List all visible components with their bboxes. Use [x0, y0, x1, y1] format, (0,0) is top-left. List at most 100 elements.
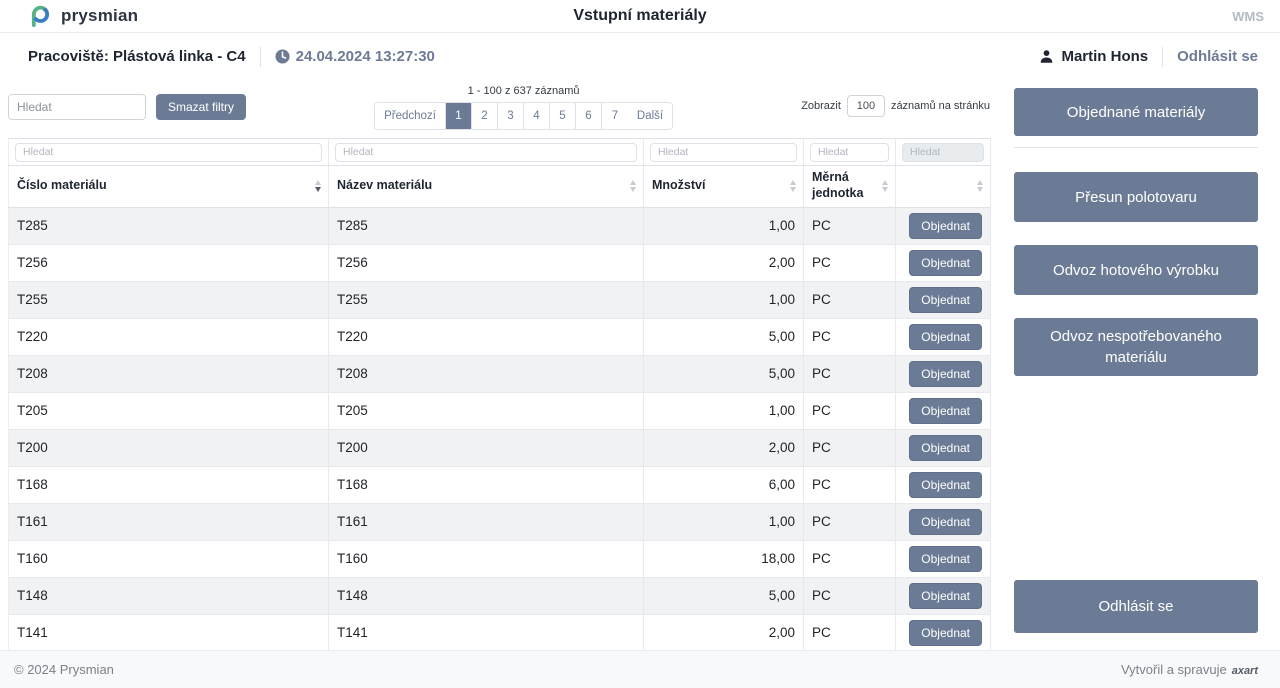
cell-merna-jednotka: PC — [804, 577, 896, 614]
sort-icon — [882, 180, 888, 192]
cell-merna-jednotka: PC — [804, 207, 896, 244]
objednat-button[interactable]: Objednat — [909, 620, 982, 646]
cell-nazev-materialu: T205 — [329, 392, 644, 429]
pagination-page-2[interactable]: 2 — [472, 103, 498, 129]
objednat-button[interactable]: Objednat — [909, 583, 982, 609]
table-body: T285 T285 1,00 PC Objednat T256 T256 2,0… — [9, 207, 991, 650]
cell-cislo-materialu: T255 — [9, 281, 329, 318]
objednat-button[interactable]: Objednat — [909, 361, 982, 387]
clear-filters-button[interactable]: Smazat filtry — [156, 94, 246, 120]
pagination: Předchozí 1234567 Další — [374, 102, 673, 130]
objednat-button[interactable]: Objednat — [909, 250, 982, 276]
cell-merna-jednotka: PC — [804, 429, 896, 466]
sidebar-actions: Objednané materiály Přesun polotovaru Odvo… — [1014, 88, 1258, 399]
sidebar-button-1[interactable]: Objednané materiály — [1014, 88, 1258, 136]
cell-action: Objednat — [896, 503, 991, 540]
sub-bar: Pracoviště: Plástová linka - C4 24.04.20… — [0, 33, 1280, 80]
content: Smazat filtry 1 - 100 z 637 záznamů Před… — [0, 80, 1280, 650]
workplace-label: Pracoviště: Plástová linka - C4 — [28, 48, 246, 65]
sidebar-button-3[interactable]: Odvoz hotového výrobku — [1014, 245, 1258, 295]
table-row: T200 T200 2,00 PC Objednat — [9, 429, 991, 466]
objednat-button[interactable]: Objednat — [909, 435, 982, 461]
objednat-button[interactable]: Objednat — [909, 213, 982, 239]
filter-mnozstvi-input[interactable] — [650, 143, 797, 162]
sidebar-spacer — [1014, 399, 1258, 580]
cell-mnozstvi: 1,00 — [644, 281, 804, 318]
controls-center: 1 - 100 z 637 záznamů Předchozí 1234567 … — [246, 85, 801, 130]
cell-mnozstvi: 5,00 — [644, 318, 804, 355]
credit: Vytvořil a spravuje axart — [1121, 662, 1258, 677]
objednat-button[interactable]: Objednat — [909, 546, 982, 572]
sidebar-button-4[interactable]: Odvoz nespotřebovaného materiálu — [1014, 318, 1258, 376]
cell-action: Objednat — [896, 244, 991, 281]
sidebar-button-2[interactable]: Přesun polotovaru — [1014, 172, 1258, 222]
cell-cislo-materialu: T256 — [9, 244, 329, 281]
cell-action: Objednat — [896, 466, 991, 503]
column-header-nazev[interactable]: Název materiálu — [329, 165, 644, 207]
cell-cislo-materialu: T208 — [9, 355, 329, 392]
page-title: Vstupní materiály — [0, 7, 1280, 25]
sort-icon — [977, 180, 983, 192]
table-row: T220 T220 5,00 PC Objednat — [9, 318, 991, 355]
records-summary: 1 - 100 z 637 záznamů — [468, 85, 580, 97]
cell-mnozstvi: 2,00 — [644, 614, 804, 650]
sort-icon — [315, 180, 321, 192]
sidebar-logout-button[interactable]: Odhlásit se — [1014, 580, 1258, 633]
objednat-button[interactable]: Objednat — [909, 472, 982, 498]
cell-nazev-materialu: T141 — [329, 614, 644, 650]
pagination-next[interactable]: Další — [628, 103, 672, 129]
filter-jednotka-input[interactable] — [810, 143, 889, 162]
table-row: T255 T255 1,00 PC Objednat — [9, 281, 991, 318]
table-row: T205 T205 1,00 PC Objednat — [9, 392, 991, 429]
prysmian-logo-icon — [28, 3, 53, 29]
column-header-jednotka[interactable]: Měrná jednotka — [804, 165, 896, 207]
column-header-cislo[interactable]: Číslo materiálu — [9, 165, 329, 207]
column-header-mnozstvi[interactable]: Množství — [644, 165, 804, 207]
cell-cislo-materialu: T168 — [9, 466, 329, 503]
pagination-page-4[interactable]: 4 — [524, 103, 550, 129]
page-size-prefix: Zobrazit — [801, 100, 841, 112]
pagination-page-3[interactable]: 3 — [498, 103, 524, 129]
pagination-page-1[interactable]: 1 — [446, 103, 472, 129]
column-header-action[interactable] — [896, 165, 991, 207]
user-area: Martin Hons Odhlásit se — [1039, 47, 1258, 67]
table-row: T141 T141 2,00 PC Objednat — [9, 614, 991, 650]
cell-action: Objednat — [896, 392, 991, 429]
cell-merna-jednotka: PC — [804, 392, 896, 429]
logout-link[interactable]: Odhlásit se — [1177, 48, 1258, 65]
main-area: Smazat filtry 1 - 100 z 637 záznamů Před… — [8, 80, 990, 650]
cell-action: Objednat — [896, 540, 991, 577]
search-input[interactable] — [8, 94, 146, 120]
cell-action: Objednat — [896, 207, 991, 244]
pagination-page-6[interactable]: 6 — [576, 103, 602, 129]
objednat-button[interactable]: Objednat — [909, 398, 982, 424]
filter-action-input — [902, 143, 984, 162]
cell-merna-jednotka: PC — [804, 614, 896, 650]
controls-left: Smazat filtry — [8, 94, 246, 120]
cell-cislo-materialu: T141 — [9, 614, 329, 650]
pagination-page-5[interactable]: 5 — [550, 103, 576, 129]
page-size-input[interactable] — [847, 95, 885, 117]
filter-nazev-input[interactable] — [335, 143, 637, 162]
cell-merna-jednotka: PC — [804, 281, 896, 318]
pagination-page-7[interactable]: 7 — [602, 103, 628, 129]
brand-name: prysmian — [61, 6, 138, 26]
cell-action: Objednat — [896, 318, 991, 355]
credit-brand: axart — [1232, 665, 1258, 677]
footer: © 2024 Prysmian Vytvořil a spravuje axar… — [0, 650, 1280, 688]
objednat-button[interactable]: Objednat — [909, 324, 982, 350]
page-size-suffix: záznamů na stránku — [891, 100, 990, 112]
filter-cislo-input[interactable] — [15, 143, 322, 162]
materials-table: Číslo materiálu Název materiálu Množství — [8, 138, 991, 650]
objednat-button[interactable]: Objednat — [909, 287, 982, 313]
copyright: © 2024 Prysmian — [14, 662, 114, 677]
table-row: T285 T285 1,00 PC Objednat — [9, 207, 991, 244]
cell-cislo-materialu: T205 — [9, 392, 329, 429]
table-row: T256 T256 2,00 PC Objednat — [9, 244, 991, 281]
sidebar-divider — [1014, 147, 1258, 148]
cell-mnozstvi: 5,00 — [644, 355, 804, 392]
pagination-prev[interactable]: Předchozí — [375, 103, 446, 129]
objednat-button[interactable]: Objednat — [909, 509, 982, 535]
sort-icon — [790, 180, 796, 192]
table-row: T161 T161 1,00 PC Objednat — [9, 503, 991, 540]
